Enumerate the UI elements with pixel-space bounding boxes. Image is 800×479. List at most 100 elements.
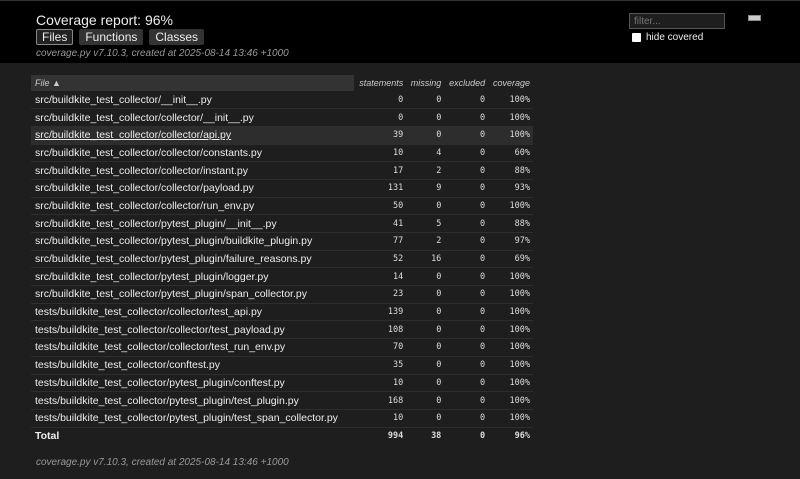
cell-excluded: 0 bbox=[444, 409, 489, 428]
table-row: src/buildkite_test_collector/collector/r… bbox=[31, 197, 533, 216]
view-tabs: Files Functions Classes bbox=[36, 29, 205, 45]
cell-missing: 0 bbox=[406, 197, 445, 216]
tab-files[interactable]: Files bbox=[36, 29, 74, 45]
table-row: tests/buildkite_test_collector/collector… bbox=[31, 303, 533, 322]
created-info: coverage.py v7.10.3, created at 2025-08-… bbox=[36, 48, 289, 59]
cell-excluded: 0 bbox=[444, 161, 489, 180]
cell-statements: 52 bbox=[354, 250, 407, 269]
table-row: src/buildkite_test_collector/pytest_plug… bbox=[31, 285, 533, 304]
cell-file[interactable]: tests/buildkite_test_collector/pytest_pl… bbox=[31, 409, 355, 428]
table-row: tests/buildkite_test_collector/collector… bbox=[31, 320, 533, 340]
cell-coverage: 96% bbox=[514, 431, 530, 442]
column-file[interactable]: File ▲ bbox=[31, 75, 355, 91]
cell-file[interactable]: tests/buildkite_test_collector/collector… bbox=[31, 303, 355, 322]
column-statements[interactable]: statements bbox=[354, 75, 406, 91]
cell-coverage: 100% bbox=[488, 197, 533, 216]
table-row: tests/buildkite_test_collector/pytest_pl… bbox=[31, 409, 533, 428]
cell-file[interactable]: src/buildkite_test_collector/collector/p… bbox=[31, 179, 355, 198]
cell-statements: 35 bbox=[354, 356, 407, 375]
cell-statements: 168 bbox=[354, 391, 407, 410]
cell-excluded: 0 bbox=[444, 179, 489, 198]
cell-file[interactable]: tests/buildkite_test_collector/pytest_pl… bbox=[31, 391, 355, 410]
cell-missing: 0 bbox=[406, 285, 445, 304]
table-row: tests/buildkite_test_collector/collector… bbox=[31, 338, 533, 357]
cell-excluded: 0 bbox=[444, 144, 489, 163]
cell-coverage: 100% bbox=[488, 303, 533, 322]
cell-statements: 50 bbox=[354, 197, 407, 216]
cell-missing: 2 bbox=[406, 161, 445, 180]
cell-file[interactable]: src/buildkite_test_collector/pytest_plug… bbox=[31, 214, 355, 233]
cell-coverage: 100% bbox=[488, 391, 533, 410]
cell-excluded: 0 bbox=[444, 108, 489, 127]
cell-excluded: 0 bbox=[444, 391, 489, 410]
cell-statements: 77 bbox=[354, 232, 407, 251]
cell-file[interactable]: src/buildkite_test_collector/collector/c… bbox=[31, 144, 355, 163]
hide-covered-checkbox[interactable] bbox=[632, 33, 641, 42]
cell-excluded: 0 bbox=[444, 250, 489, 269]
cell-coverage: 100% bbox=[488, 126, 533, 145]
cell-statements: 10 bbox=[354, 409, 407, 428]
cell-statements: 10 bbox=[354, 144, 407, 163]
column-missing[interactable]: missing bbox=[406, 75, 444, 91]
cell-excluded: 0 bbox=[444, 267, 489, 287]
cell-excluded: 0 bbox=[444, 232, 489, 251]
cell-missing: 0 bbox=[406, 303, 445, 322]
cell-statements: 41 bbox=[354, 214, 407, 233]
cell-file[interactable]: src/buildkite_test_collector/collector/a… bbox=[31, 126, 355, 145]
cell-coverage: 100% bbox=[488, 267, 533, 287]
cell-statements: 14 bbox=[354, 267, 407, 287]
cell-file[interactable]: src/buildkite_test_collector/pytest_plug… bbox=[31, 285, 355, 304]
table-row: src/buildkite_test_collector/pytest_plug… bbox=[31, 250, 533, 269]
tab-classes[interactable]: Classes bbox=[149, 29, 205, 45]
table-row: tests/buildkite_test_collector/pytest_pl… bbox=[31, 374, 533, 393]
cell-coverage: 100% bbox=[488, 285, 533, 304]
cell-excluded: 0 bbox=[444, 356, 489, 375]
cell-statements: 131 bbox=[354, 179, 407, 198]
cell-missing: 5 bbox=[406, 214, 445, 233]
column-excluded[interactable]: excluded bbox=[444, 75, 488, 91]
cell-file[interactable]: src/buildkite_test_collector/pytest_plug… bbox=[31, 267, 355, 287]
hide-covered-toggle[interactable]: hide covered bbox=[632, 32, 703, 43]
table-row: src/buildkite_test_collector/pytest_plug… bbox=[31, 232, 533, 251]
cell-missing: 0 bbox=[406, 356, 445, 375]
cell-statements: 0 bbox=[354, 108, 407, 127]
cell-excluded: 0 bbox=[444, 214, 489, 233]
table-row: src/buildkite_test_collector/collector/i… bbox=[31, 161, 533, 180]
cell-file[interactable]: src/buildkite_test_collector/collector/r… bbox=[31, 197, 355, 216]
cell-file[interactable]: src/buildkite_test_collector/collector/_… bbox=[31, 108, 355, 127]
cell-statements: 0 bbox=[354, 91, 407, 110]
cell-file[interactable]: src/buildkite_test_collector/__init__.py bbox=[31, 91, 355, 110]
cell-file[interactable]: src/buildkite_test_collector/collector/i… bbox=[31, 161, 355, 180]
cell-statements: 139 bbox=[354, 303, 407, 322]
cell-missing: 9 bbox=[406, 179, 445, 198]
column-coverage[interactable]: coverage bbox=[488, 75, 533, 91]
cell-file[interactable]: tests/buildkite_test_collector/conftest.… bbox=[31, 356, 355, 375]
keyboard-icon[interactable] bbox=[748, 15, 761, 21]
table-row: src/buildkite_test_collector/collector/c… bbox=[31, 144, 533, 163]
cell-file[interactable]: src/buildkite_test_collector/pytest_plug… bbox=[31, 232, 355, 251]
cell-coverage: 60% bbox=[488, 144, 533, 163]
cell-missing: 0 bbox=[406, 267, 445, 287]
cell-missing: 0 bbox=[406, 108, 445, 127]
cell-excluded: 0 bbox=[444, 197, 489, 216]
cell-missing: 0 bbox=[406, 338, 445, 357]
cell-excluded: 0 bbox=[444, 91, 489, 110]
cell-file[interactable]: tests/buildkite_test_collector/collector… bbox=[31, 338, 355, 357]
cell-file[interactable]: tests/buildkite_test_collector/collector… bbox=[31, 320, 355, 340]
filter-input[interactable] bbox=[629, 13, 725, 29]
cell-file[interactable]: tests/buildkite_test_collector/pytest_pl… bbox=[31, 374, 355, 393]
cell-statements: 108 bbox=[354, 320, 407, 340]
footer-info: coverage.py v7.10.3, created at 2025-08-… bbox=[36, 457, 289, 468]
cell-missing: 0 bbox=[406, 126, 445, 145]
cell-excluded: 0 bbox=[444, 303, 489, 322]
cell-excluded: 0 bbox=[444, 126, 489, 145]
cell-coverage: 93% bbox=[488, 179, 533, 198]
cell-file[interactable]: src/buildkite_test_collector/pytest_plug… bbox=[31, 250, 355, 269]
table-row: tests/buildkite_test_collector/pytest_pl… bbox=[31, 391, 533, 410]
cell-excluded: 0 bbox=[444, 320, 489, 340]
cell-coverage: 100% bbox=[488, 338, 533, 357]
cell-missing: 4 bbox=[406, 144, 445, 163]
report-header: Coverage report: 96% Files Functions Cla… bbox=[0, 0, 800, 63]
cell-missing: 38 bbox=[431, 431, 442, 442]
tab-functions[interactable]: Functions bbox=[79, 29, 144, 45]
